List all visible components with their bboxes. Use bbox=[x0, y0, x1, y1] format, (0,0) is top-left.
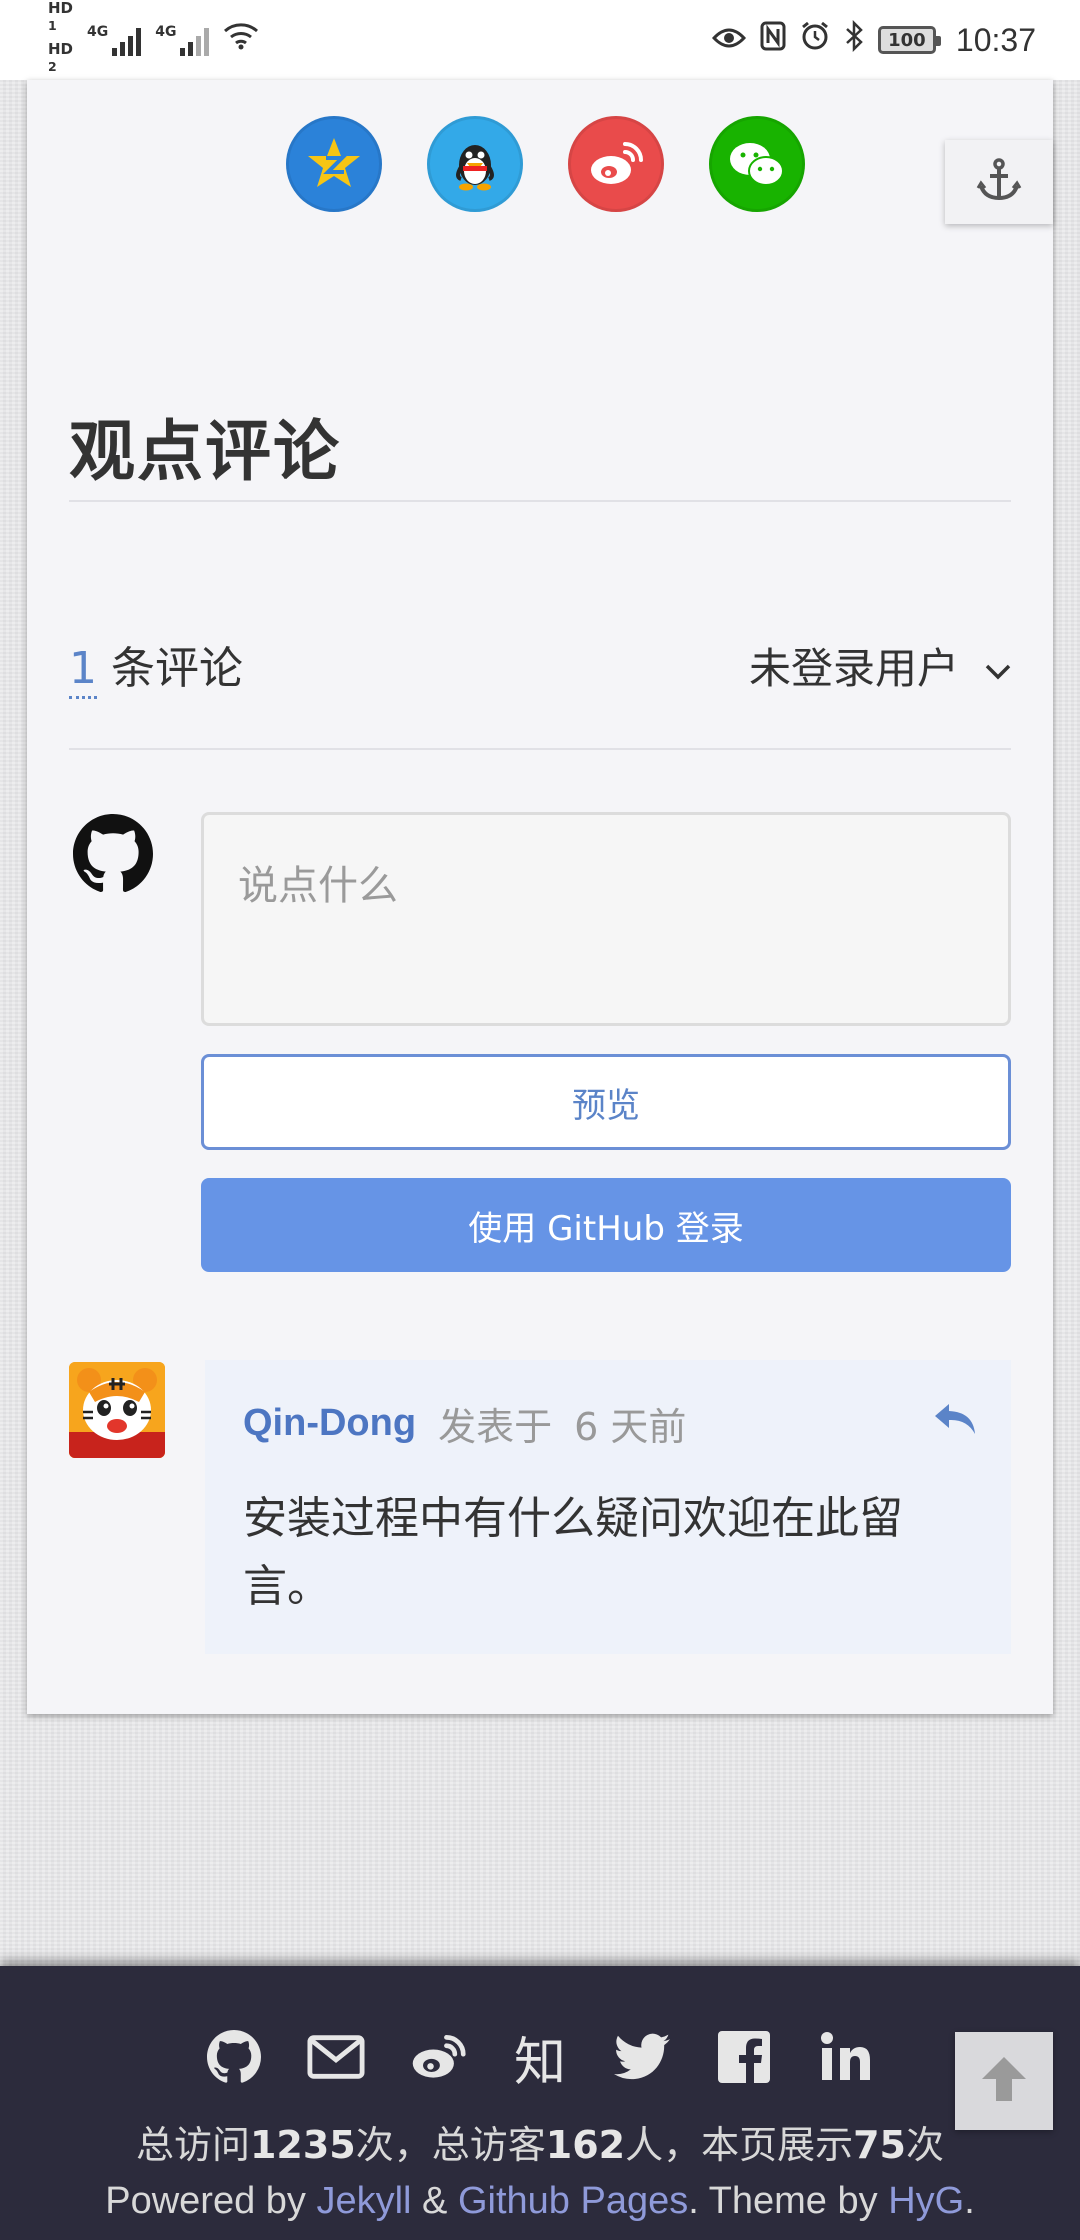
status-left: HD 1 HD 2 4G 4G bbox=[48, 0, 259, 81]
github-pages-link[interactable]: Github Pages bbox=[458, 2180, 688, 2222]
facebook-icon[interactable] bbox=[715, 2028, 773, 2086]
stats-text: 次 bbox=[906, 2123, 945, 2167]
page-views: 75 bbox=[853, 2123, 906, 2167]
user-dropdown-label: 未登录用户 bbox=[748, 644, 959, 693]
nfc-icon bbox=[760, 21, 786, 59]
hd1-label: HD bbox=[48, 0, 74, 17]
comment-count: 1 条评论 bbox=[69, 632, 243, 699]
comment-input[interactable]: 说点什么 bbox=[201, 812, 1011, 1026]
stats-text: 次，总访客 bbox=[355, 2123, 546, 2167]
signal-2-icon: 4G bbox=[155, 24, 210, 56]
comment-header: Qin-Dong 发表于 6 天前 bbox=[243, 1396, 973, 1451]
github-avatar-icon bbox=[73, 814, 153, 894]
chevron-down-icon bbox=[985, 641, 1011, 690]
status-bar: HD 1 HD 2 4G 4G 100 10:37 bbox=[0, 0, 1080, 80]
powered-text: . Theme by bbox=[688, 2180, 889, 2222]
stats-text: 总访问 bbox=[135, 2123, 250, 2167]
comment-posted-label: 发表于 bbox=[438, 1405, 553, 1449]
reply-icon[interactable] bbox=[933, 1402, 977, 1440]
visit-stats: 总访问1235次，总访客162人，本页展示75次 bbox=[0, 2114, 1080, 2169]
divider bbox=[69, 500, 1011, 502]
battery-level: 100 bbox=[888, 29, 926, 51]
twitter-icon[interactable] bbox=[613, 2028, 671, 2086]
back-to-top-button[interactable] bbox=[955, 2032, 1053, 2130]
stats-text: 人，本页展示 bbox=[625, 2123, 854, 2167]
mail-icon[interactable] bbox=[307, 2028, 365, 2086]
powered-text: . bbox=[964, 2180, 975, 2222]
zhihu-icon[interactable]: 知 bbox=[511, 2028, 569, 2093]
footer: 知 总访问1235次，总访客162人，本页展示75次 Powered by Je… bbox=[0, 1966, 1080, 2240]
github-login-button[interactable]: 使用 GitHub 登录 bbox=[201, 1178, 1011, 1272]
signal-1-icon: 4G bbox=[87, 24, 142, 56]
comment-body: 安装过程中有什么疑问欢迎在此留言。 bbox=[243, 1493, 903, 1612]
hd-indicator: HD 1 HD 2 bbox=[48, 0, 73, 81]
net1-label: 4G bbox=[87, 24, 109, 40]
hd1-sub: 1 bbox=[48, 18, 57, 33]
user-dropdown[interactable]: 未登录用户 bbox=[749, 635, 1011, 696]
powered-text: Powered by bbox=[105, 2180, 317, 2222]
status-right: 100 10:37 bbox=[711, 19, 1036, 60]
wechat-icon[interactable] bbox=[708, 116, 805, 212]
linkedin-icon[interactable] bbox=[817, 2028, 875, 2086]
weibo-share-icon[interactable] bbox=[567, 116, 664, 212]
comments-header: 1 条评论 未登录用户 bbox=[69, 632, 1011, 699]
divider bbox=[69, 748, 1011, 750]
preview-button[interactable]: 预览 bbox=[201, 1054, 1011, 1150]
clock: 10:37 bbox=[955, 21, 1036, 58]
hyg-link[interactable]: HyG bbox=[888, 2180, 964, 2222]
comment-count-number[interactable]: 1 bbox=[69, 643, 97, 699]
comment-author[interactable]: Qin-Dong bbox=[243, 1402, 416, 1445]
hd2-sub: 2 bbox=[48, 59, 57, 74]
jekyll-link[interactable]: Jekyll bbox=[316, 2180, 411, 2222]
alarm-icon bbox=[800, 21, 830, 59]
powered-by: Powered by Jekyll & Github Pages. Theme … bbox=[0, 2180, 1080, 2223]
battery-icon: 100 bbox=[877, 26, 941, 54]
comment-count-label: 条评论 bbox=[111, 643, 243, 694]
powered-text: & bbox=[411, 2180, 458, 2222]
avatar[interactable] bbox=[69, 1362, 165, 1458]
total-visitors: 162 bbox=[545, 2123, 626, 2167]
eye-icon bbox=[711, 23, 746, 58]
share-bar bbox=[27, 116, 1053, 212]
qq-icon[interactable] bbox=[426, 116, 523, 212]
comment-time: 6 天前 bbox=[574, 1405, 687, 1449]
bluetooth-icon bbox=[844, 19, 864, 60]
net2-label: 4G bbox=[155, 24, 177, 40]
qzone-icon[interactable] bbox=[285, 116, 382, 212]
anchor-button[interactable] bbox=[945, 140, 1053, 224]
weibo-icon[interactable] bbox=[409, 2028, 467, 2086]
social-links: 知 bbox=[0, 2028, 1080, 2093]
anchor-icon bbox=[975, 156, 1023, 208]
comment-item: Qin-Dong 发表于 6 天前 安装过程中有什么疑问欢迎在此留言。 bbox=[205, 1360, 1011, 1654]
wifi-icon bbox=[223, 21, 259, 59]
total-visits: 1235 bbox=[249, 2123, 356, 2167]
github-icon[interactable] bbox=[205, 2028, 263, 2086]
article-card: 观点评论 1 条评论 未登录用户 说点什么 预览 使用 GitHub 登录 Qi… bbox=[27, 80, 1053, 1714]
arrow-up-icon bbox=[978, 2053, 1030, 2109]
section-title: 观点评论 bbox=[69, 413, 341, 490]
hd2-label: HD bbox=[48, 40, 74, 58]
